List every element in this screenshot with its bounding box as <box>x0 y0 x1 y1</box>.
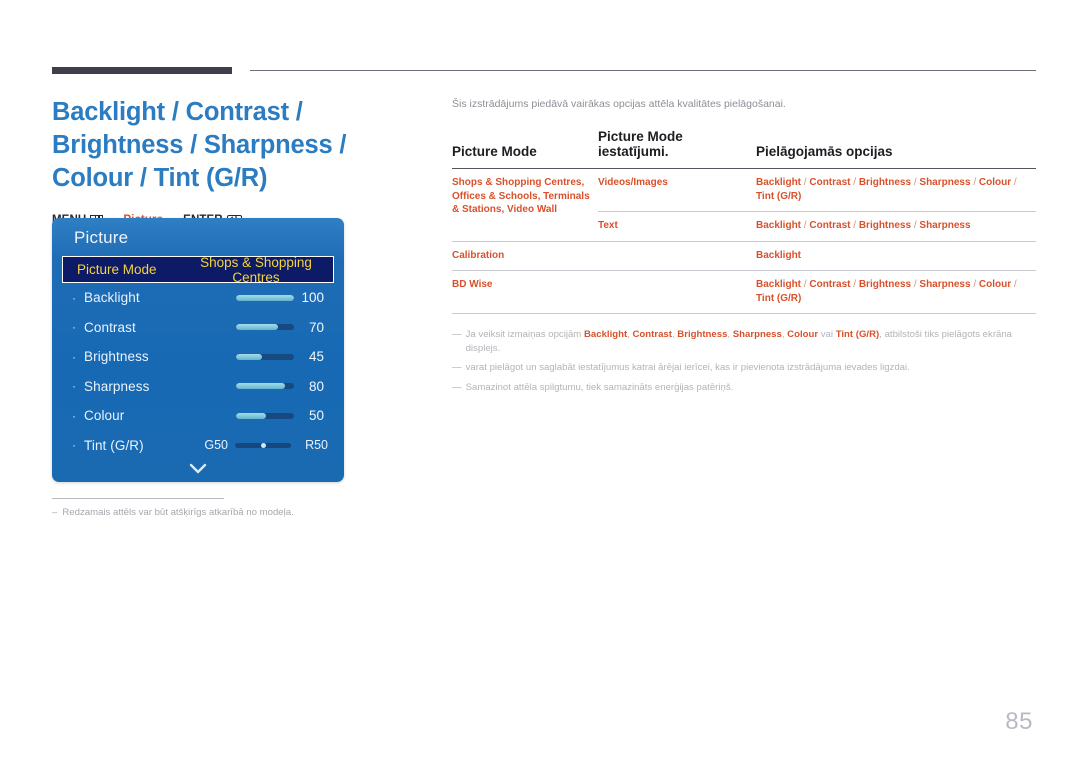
footnote-dash: — <box>452 329 462 340</box>
page-title: Backlight / Contrast / Brightness / Shar… <box>52 98 347 192</box>
osd-label: Sharpness <box>84 378 150 394</box>
footnote-dash: — <box>452 362 462 373</box>
osd-bullet: · <box>72 290 76 305</box>
table-cell-setting: Text <box>598 211 756 241</box>
table-cell-mode: Calibration <box>452 240 598 271</box>
osd-slider[interactable] <box>216 412 294 419</box>
left-footnote-dash: – <box>52 507 58 518</box>
osd-value: 100 <box>301 290 324 306</box>
table-row: Calibration Backlight <box>452 240 1036 271</box>
osd-slider-track[interactable] <box>236 383 294 390</box>
footnote-item: — Ja veiksit izmaiņas opcijām Backlight, … <box>452 328 1036 355</box>
table-cell-setting <box>598 240 756 271</box>
osd-label: Brightness <box>84 349 149 365</box>
osd-bullet: · <box>72 349 76 364</box>
osd-slider-track[interactable] <box>236 353 294 360</box>
table-cell-options: Backlight <box>756 240 1036 271</box>
osd-slider[interactable] <box>216 294 294 301</box>
osd-value: 45 <box>308 349 324 365</box>
osd-tint-left-value: G50 <box>204 438 228 453</box>
table-cell-options: Backlight / Contrast / Brightness / Shar… <box>756 211 1036 241</box>
osd-picture-panel: Picture Picture Mode Shops & Shopping Ce… <box>52 218 344 482</box>
osd-picture-mode-label: Picture Mode <box>77 262 157 277</box>
osd-label: Contrast <box>84 319 136 335</box>
osd-row-brightness[interactable]: · Brightness 45 <box>52 342 344 372</box>
left-column: Backlight / Contrast / Brightness / Shar… <box>52 96 432 227</box>
osd-slider-track[interactable] <box>236 412 294 419</box>
osd-slider-track[interactable] <box>236 324 294 331</box>
osd-tint-right-value: R50 <box>305 438 328 453</box>
header-thin-rule <box>250 70 1036 71</box>
manual-page: Backlight / Contrast / Brightness / Shar… <box>0 0 1080 763</box>
osd-label: Backlight <box>84 290 140 306</box>
table-header-settings: Picture Mode iestatījumi. <box>598 129 683 159</box>
left-note-divider <box>52 498 224 499</box>
table-cell-options: Backlight / Contrast / Brightness / Shar… <box>756 177 1017 202</box>
osd-setting-rows: · Backlight 100 · Contrast 70 · Brightness 45 · Sh… <box>52 283 344 431</box>
table-header-options: Pielāgojamās opcijas <box>756 144 893 159</box>
table-cell-setting <box>598 270 756 313</box>
osd-tint-slider-knob[interactable] <box>260 442 266 448</box>
osd-row-colour[interactable]: · Colour 50 <box>52 401 344 431</box>
osd-slider-fill <box>236 383 285 390</box>
left-footnote: – Redzamais attēls var būt atšķirīgs atk… <box>52 507 392 518</box>
table-body: Shops & Shopping Centres, Offices & Scho… <box>452 169 1036 313</box>
osd-bullet: · <box>72 320 76 335</box>
osd-slider[interactable] <box>216 383 294 390</box>
osd-slider-fill <box>236 324 279 331</box>
osd-slider-track[interactable] <box>236 294 294 301</box>
osd-slider[interactable] <box>216 324 294 331</box>
chevron-down-icon[interactable] <box>52 462 344 478</box>
osd-slider-fill <box>236 353 263 360</box>
footnote-item: — Samazinot attēla spilgtumu, tiek samazi… <box>452 381 1036 395</box>
osd-value: 70 <box>308 319 324 335</box>
table-cell-options: Backlight / Contrast / Brightness / Shar… <box>756 270 1036 313</box>
page-number: 85 <box>1005 708 1033 735</box>
table-header: Picture Mode Picture Mode iestatījumi. P… <box>452 129 1036 169</box>
osd-bullet-tint: · <box>72 438 76 453</box>
footnote-text: Samazinot attēla spilgtumu, tiek samazin… <box>465 381 734 393</box>
table-row: BD Wise Backlight / Contrast / Brightness… <box>452 270 1036 313</box>
osd-picture-mode-value: Shops & Shopping Centres <box>200 254 312 285</box>
osd-label-tint: Tint (G/R) <box>84 437 144 453</box>
osd-slider-fill <box>236 412 267 419</box>
table-row: Shops & Shopping Centres, Offices & Scho… <box>452 169 1036 215</box>
osd-value: 80 <box>308 378 324 394</box>
osd-row-contrast[interactable]: · Contrast 70 <box>52 313 344 343</box>
footnote-item: — varat pielāgot un saglabāt iestatījumus… <box>452 361 1036 375</box>
osd-bullet: · <box>72 379 76 394</box>
footnote-dash: — <box>452 381 462 393</box>
left-footnote-text: Redzamais attēls var būt atšķirīgs atkar… <box>62 507 294 518</box>
header-accent-bar <box>52 67 232 74</box>
table-header-row: Picture Mode Picture Mode iestatījumi. P… <box>452 129 1036 169</box>
table-cell-mode: Shops & Shopping Centres, Offices & Scho… <box>452 177 590 215</box>
osd-row-sharpness[interactable]: · Sharpness 80 <box>52 372 344 402</box>
osd-value: 50 <box>308 408 324 424</box>
osd-label: Colour <box>84 408 125 424</box>
table-cell-mode: BD Wise <box>452 270 598 313</box>
footnote-text: Ja veiksit izmaiņas opcijām Backlight, C… <box>465 329 1013 354</box>
table-header-picture-mode: Picture Mode <box>452 144 537 159</box>
osd-row-picture-mode[interactable]: Picture Mode Shops & Shopping Centres <box>62 254 334 285</box>
table-bottom-rule <box>452 313 1036 314</box>
osd-slider[interactable] <box>216 353 294 360</box>
footnote-text: varat pielāgot un saglabāt iestatījumus … <box>465 362 910 373</box>
intro-paragraph: Šis izstrādājums piedāvā vairākas opcija… <box>452 98 786 110</box>
osd-bullet: · <box>72 408 76 423</box>
right-column: Šis izstrādājums piedāvā vairākas opcija… <box>452 98 1036 400</box>
osd-row-tint[interactable]: · Tint (G/R) G50 R50 <box>52 431 344 461</box>
osd-slider-fill <box>236 294 294 301</box>
osd-tint-slider[interactable] <box>235 442 291 448</box>
osd-row-backlight[interactable]: · Backlight 100 <box>52 283 344 313</box>
table-cell-setting: Videos/Images <box>598 177 668 188</box>
picture-mode-table: Picture Mode Picture Mode iestatījumi. P… <box>452 129 1036 313</box>
osd-title: Picture <box>74 228 129 247</box>
footnotes-list: — Ja veiksit izmaiņas opcijām Backlight, … <box>452 328 1036 394</box>
